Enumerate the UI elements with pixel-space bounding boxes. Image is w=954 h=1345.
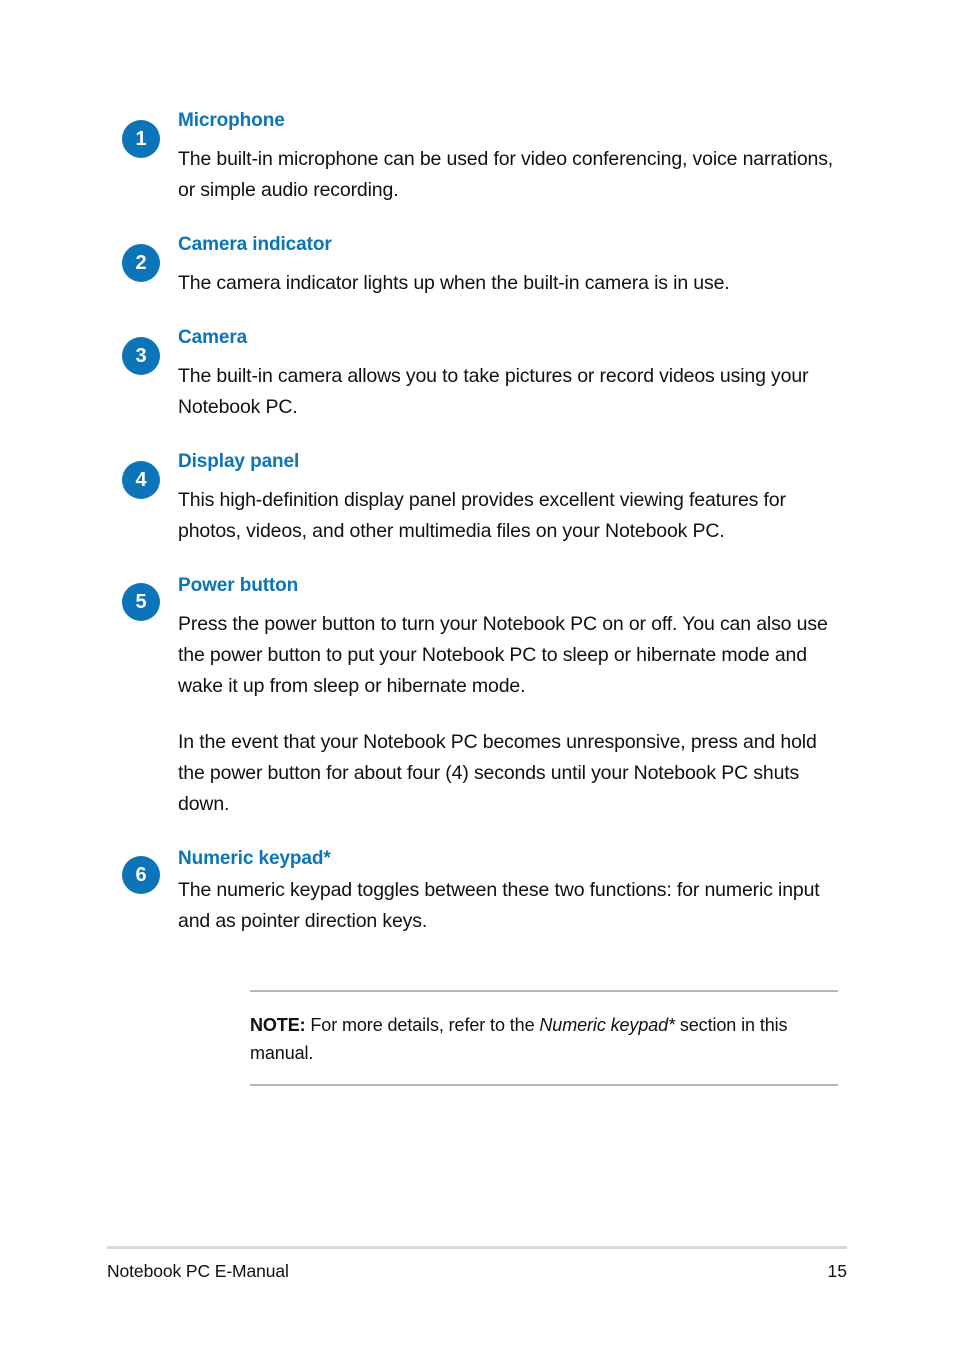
item-heading: Numeric keypad* [178,848,331,869]
item-paragraph: Press the power button to turn your Note… [178,613,828,697]
item-heading: Microphone [178,110,285,131]
item-number-badge: 3 [122,337,160,375]
item-number-badge: 1 [122,120,160,158]
manual-page: 1 Microphone The built-in microphone can… [0,0,954,1345]
note-emphasis: Numeric keypad* [539,1015,675,1035]
item-paragraph: In the event that your Notebook PC becom… [178,731,817,815]
item-number-badge: 2 [122,244,160,282]
item-paragraph: The built-in camera allows you to take p… [178,365,809,418]
footer-row: Notebook PC E-Manual 15 [107,1249,847,1282]
item-number-badge: 4 [122,461,160,499]
list-item: 3 Camera The built-in camera allows you … [107,325,847,423]
page-number: 15 [827,1261,847,1281]
page-footer: Notebook PC E-Manual 15 [107,1246,847,1282]
item-paragraph: The built-in microphone can be used for … [178,148,834,201]
list-item: 2 Camera indicator The camera indicator … [107,232,847,299]
list-item: 1 Microphone The built-in microphone can… [107,108,847,206]
item-heading: Power button [178,575,299,596]
note-text-before: For more details, refer to the [305,1015,540,1035]
list-item: 4 Display panel This high-definition dis… [107,449,847,547]
note-text: NOTE: For more details, refer to the Num… [250,992,838,1084]
item-heading: Display panel [178,451,300,472]
footer-title: Notebook PC E-Manual [107,1261,289,1281]
list-item: 6 Numeric keypad* The numeric keypad tog… [107,846,847,937]
list-item: 5 Power button Press the power button to… [107,573,847,820]
item-heading: Camera [178,327,248,348]
item-number-badge: 5 [122,583,160,621]
note-bottom-divider [250,1084,838,1086]
item-number-badge: 6 [122,856,160,894]
content-column: 1 Microphone The built-in microphone can… [107,108,847,963]
item-paragraph: The camera indicator lights up when the … [178,272,730,294]
note-label: NOTE: [250,1015,306,1035]
item-paragraph: This high-definition display panel provi… [178,489,786,542]
item-heading: Camera indicator [178,234,332,255]
item-paragraph: The numeric keypad toggles between these… [178,879,820,932]
note-callout: NOTE: For more details, refer to the Num… [250,990,838,1086]
